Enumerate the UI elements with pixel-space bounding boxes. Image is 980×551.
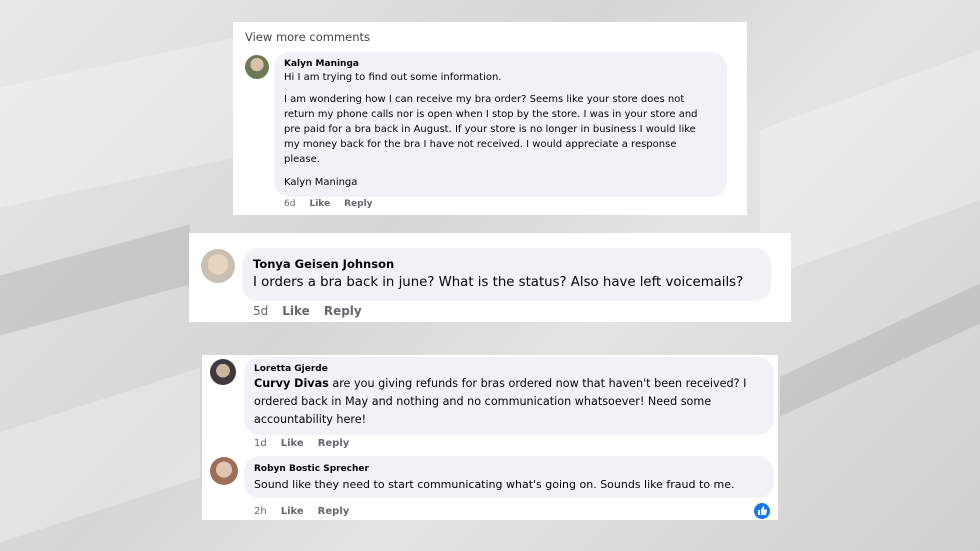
comment-panel-tonya: Tonya Geisen Johnson I orders a bra back…: [189, 233, 791, 322]
comment-line: pre paid for a bra back in August. If yo…: [284, 124, 696, 135]
comment-panel-kalyn: View more comments Kalyn Maninga Hi I am…: [233, 22, 747, 215]
comment-text: Sound like they need to start communicat…: [254, 478, 735, 491]
comment-panel-thread: Loretta Gjerde Curvy Divas are you givin…: [202, 355, 778, 520]
view-more-comments-link[interactable]: View more comments: [245, 30, 370, 44]
comment-author[interactable]: Tonya Geisen Johnson: [253, 257, 394, 271]
comment-bubble: [244, 456, 774, 498]
background-shape: [0, 224, 190, 336]
comment-timestamp: 2h: [254, 506, 267, 517]
comment-line: return my phone calls nor is open when I…: [284, 109, 698, 120]
background-shape: [760, 49, 980, 281]
comment-author[interactable]: Robyn Bostic Sprecher: [254, 464, 369, 474]
like-reaction-icon[interactable]: [754, 503, 770, 519]
avatar[interactable]: [201, 249, 235, 283]
comment-line: ordered back in May and nothing and no c…: [254, 395, 712, 408]
background-shape: [0, 32, 260, 208]
comment-author[interactable]: Kalyn Maninga: [284, 59, 359, 69]
reply-button[interactable]: Reply: [324, 304, 362, 318]
comment-timestamp: 5d: [253, 304, 269, 318]
avatar[interactable]: [210, 359, 236, 385]
comment-line: Curvy Divas are you giving refunds for b…: [254, 377, 746, 390]
comment-actions: 2h Like Reply: [254, 506, 363, 517]
background-shape: [780, 283, 980, 417]
comment-line-text: are you giving refunds for bras ordered …: [328, 377, 747, 390]
comment-text: I orders a bra back in june? What is the…: [253, 275, 744, 290]
comment-author[interactable]: Loretta Gjerde: [254, 364, 328, 374]
comment-actions: 5d Like Reply: [253, 304, 376, 318]
comment-line: my money back for the bra I have not rec…: [284, 139, 677, 150]
like-button[interactable]: Like: [309, 199, 330, 209]
like-button[interactable]: Like: [281, 438, 304, 449]
comment-line: Hi I am trying to find out some informat…: [284, 72, 502, 83]
comment-line: please.: [284, 154, 320, 165]
comment-line: I am wondering how I can receive my bra …: [284, 94, 685, 105]
comment-timestamp: 1d: [254, 438, 267, 449]
comment-line: accountability here!: [254, 413, 367, 426]
comment-signature: Kalyn Maninga: [284, 177, 358, 188]
like-button[interactable]: Like: [282, 304, 310, 318]
reply-button[interactable]: Reply: [344, 199, 372, 209]
avatar[interactable]: [210, 457, 238, 485]
reply-button[interactable]: Reply: [318, 506, 350, 517]
reply-button[interactable]: Reply: [318, 438, 350, 449]
background-shape: [0, 367, 200, 543]
comment-actions: 1d Like Reply: [254, 438, 363, 449]
comment-timestamp: 6d: [284, 199, 296, 209]
comment-actions: 6d Like Reply: [284, 199, 387, 209]
avatar[interactable]: [245, 55, 269, 79]
like-button[interactable]: Like: [281, 506, 304, 517]
mention-link[interactable]: Curvy Divas: [254, 377, 329, 390]
